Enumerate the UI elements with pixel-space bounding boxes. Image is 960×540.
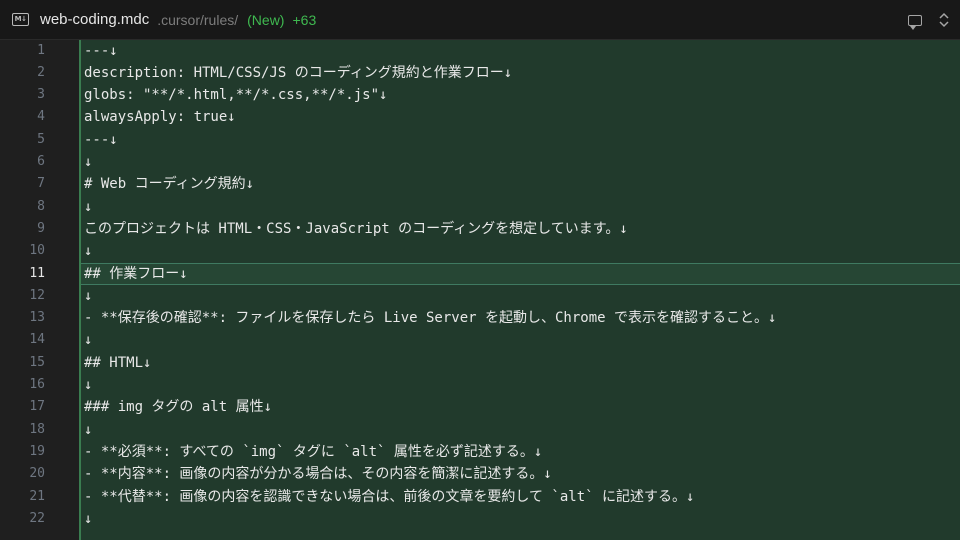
code-line[interactable]: alwaysApply: true↓ (81, 106, 960, 128)
added-lines-count: +63 (292, 11, 317, 28)
line-number: 17 (29, 399, 45, 415)
code-line[interactable]: ### img タグの alt 属性↓ (81, 396, 960, 418)
line-number: 15 (29, 354, 45, 370)
line-number: 9 (37, 220, 45, 236)
line-number: 16 (29, 377, 45, 392)
code-line[interactable]: ---↓ (81, 129, 960, 151)
code-content-added[interactable]: ---↓ description: HTML/CSS/JS のコーディング規約と作… (79, 40, 960, 540)
comment-icon[interactable] (908, 14, 922, 30)
code-line[interactable]: このプロジェクトは HTML・CSS・JavaScript のコーディングを想定… (81, 218, 960, 240)
editor-tab-header: M↓ web-coding.mdc .cursor/rules/ (New) +… (0, 0, 960, 40)
file-name[interactable]: web-coding.mdc (40, 11, 149, 28)
line-number: 2 (37, 64, 45, 80)
line-number: 5 (37, 131, 45, 147)
code-line[interactable]: ---↓ (81, 40, 960, 62)
code-line[interactable]: ## HTML↓ (81, 352, 960, 374)
line-number: 8 (37, 198, 45, 214)
line-number: 21 (29, 488, 45, 504)
line-number: 11 (29, 265, 45, 281)
line-number: 6 (37, 154, 45, 169)
line-number: 12 (29, 287, 45, 303)
code-line[interactable]: globs: "**/*.html,**/*.css,**/*.js"↓ (81, 84, 960, 106)
line-number: 4 (37, 109, 45, 125)
line-number: 14 (29, 332, 45, 348)
line-number: 18 (29, 421, 45, 437)
expand-collapse-icon[interactable] (938, 12, 950, 28)
line-number-gutter: 1 2 3 4 5 6 7 8 9 10 11 12 13 14 15 16 17 18 19 20 21 22 (0, 40, 79, 540)
line-number: 19 (29, 443, 45, 459)
code-line[interactable]: - **内容**: 画像の内容が分かる場合は、その内容を簡潔に記述する。↓ (81, 463, 960, 485)
line-number: 13 (29, 310, 45, 326)
file-path: .cursor/rules/ (157, 11, 239, 28)
code-line[interactable]: ↓ (81, 374, 960, 396)
file-status-badge: (New) (247, 11, 285, 28)
line-number: 3 (37, 87, 45, 103)
markdown-file-icon: M↓ (12, 13, 29, 26)
header-actions (908, 0, 950, 40)
code-line[interactable]: - **代替**: 画像の内容を認識できない場合は、前後の文章を要約して `al… (81, 486, 960, 508)
code-line[interactable]: ↓ (81, 196, 960, 218)
code-line[interactable]: ↓ (81, 285, 960, 307)
code-line[interactable]: ↓ (81, 329, 960, 351)
code-line-active[interactable]: ## 作業フロー↓ (81, 262, 960, 285)
code-line[interactable]: - **保存後の確認**: ファイルを保存したら Live Server を起動… (81, 307, 960, 329)
code-line[interactable]: ↓ (81, 240, 960, 262)
line-number: 22 (29, 510, 45, 526)
line-number: 1 (37, 42, 45, 58)
line-number: 20 (29, 466, 45, 482)
code-line[interactable]: ↓ (81, 151, 960, 173)
code-line[interactable]: description: HTML/CSS/JS のコーディング規約と作業フロー… (81, 62, 960, 84)
code-line[interactable]: ↓ (81, 508, 960, 530)
code-line[interactable]: ↓ (81, 419, 960, 441)
line-number: 10 (29, 243, 45, 259)
code-line[interactable]: - **必須**: すべての `img` タグに `alt` 属性を必ず記述する… (81, 441, 960, 463)
code-editor: M↓ web-coding.mdc .cursor/rules/ (New) +… (0, 0, 960, 540)
code-line[interactable]: # Web コーディング規約↓ (81, 173, 960, 195)
line-number: 7 (37, 176, 45, 192)
